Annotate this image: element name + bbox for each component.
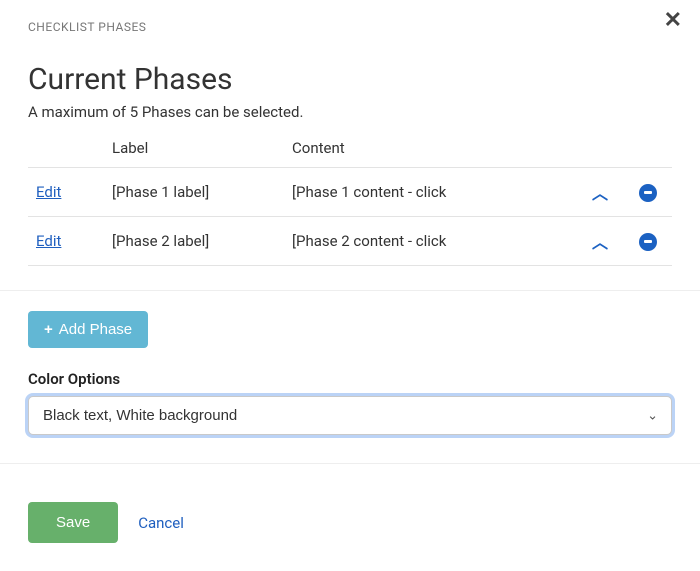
add-phase-button[interactable]: + Add Phase: [28, 311, 148, 348]
page-subtitle: A maximum of 5 Phases can be selected.: [28, 103, 672, 121]
modal-footer: Save Cancel: [28, 480, 672, 543]
section-divider: [0, 290, 700, 291]
footer-divider: [0, 463, 700, 464]
minus-circle-icon[interactable]: [639, 233, 657, 251]
edit-link[interactable]: Edit: [36, 183, 61, 201]
close-icon[interactable]: ✕: [664, 10, 682, 32]
chevron-up-icon[interactable]: ︿: [592, 180, 608, 204]
column-header-edit: [28, 133, 104, 168]
column-header-move: [576, 133, 624, 168]
column-header-content: Content: [284, 133, 576, 168]
cancel-link[interactable]: Cancel: [138, 514, 184, 532]
color-options-select-wrap: Black text, White background ⌄: [28, 396, 672, 435]
plus-icon: +: [44, 321, 53, 338]
phase-content-cell: [Phase 1 content - click: [284, 168, 576, 217]
table-row: Edit [Phase 2 label] [Phase 2 content - …: [28, 217, 672, 266]
column-header-remove: [624, 133, 672, 168]
phases-table: Label Content Edit [Phase 1 label] [Phas…: [28, 133, 672, 266]
modal-header-label: CHECKLIST PHASES: [28, 20, 672, 34]
chevron-up-icon[interactable]: ︿: [592, 229, 608, 253]
phase-label-cell: [Phase 2 label]: [104, 217, 284, 266]
edit-link[interactable]: Edit: [36, 232, 61, 250]
phase-label-cell: [Phase 1 label]: [104, 168, 284, 217]
column-header-label: Label: [104, 133, 284, 168]
color-options-select[interactable]: Black text, White background: [28, 396, 672, 435]
checklist-phases-modal: CHECKLIST PHASES ✕ Current Phases A maxi…: [0, 0, 700, 571]
color-options-label: Color Options: [28, 370, 672, 388]
phase-content-cell: [Phase 2 content - click: [284, 217, 576, 266]
page-title: Current Phases: [28, 62, 672, 97]
minus-circle-icon[interactable]: [639, 184, 657, 202]
add-phase-label: Add Phase: [59, 321, 132, 338]
save-button[interactable]: Save: [28, 502, 118, 543]
table-row: Edit [Phase 1 label] [Phase 1 content - …: [28, 168, 672, 217]
